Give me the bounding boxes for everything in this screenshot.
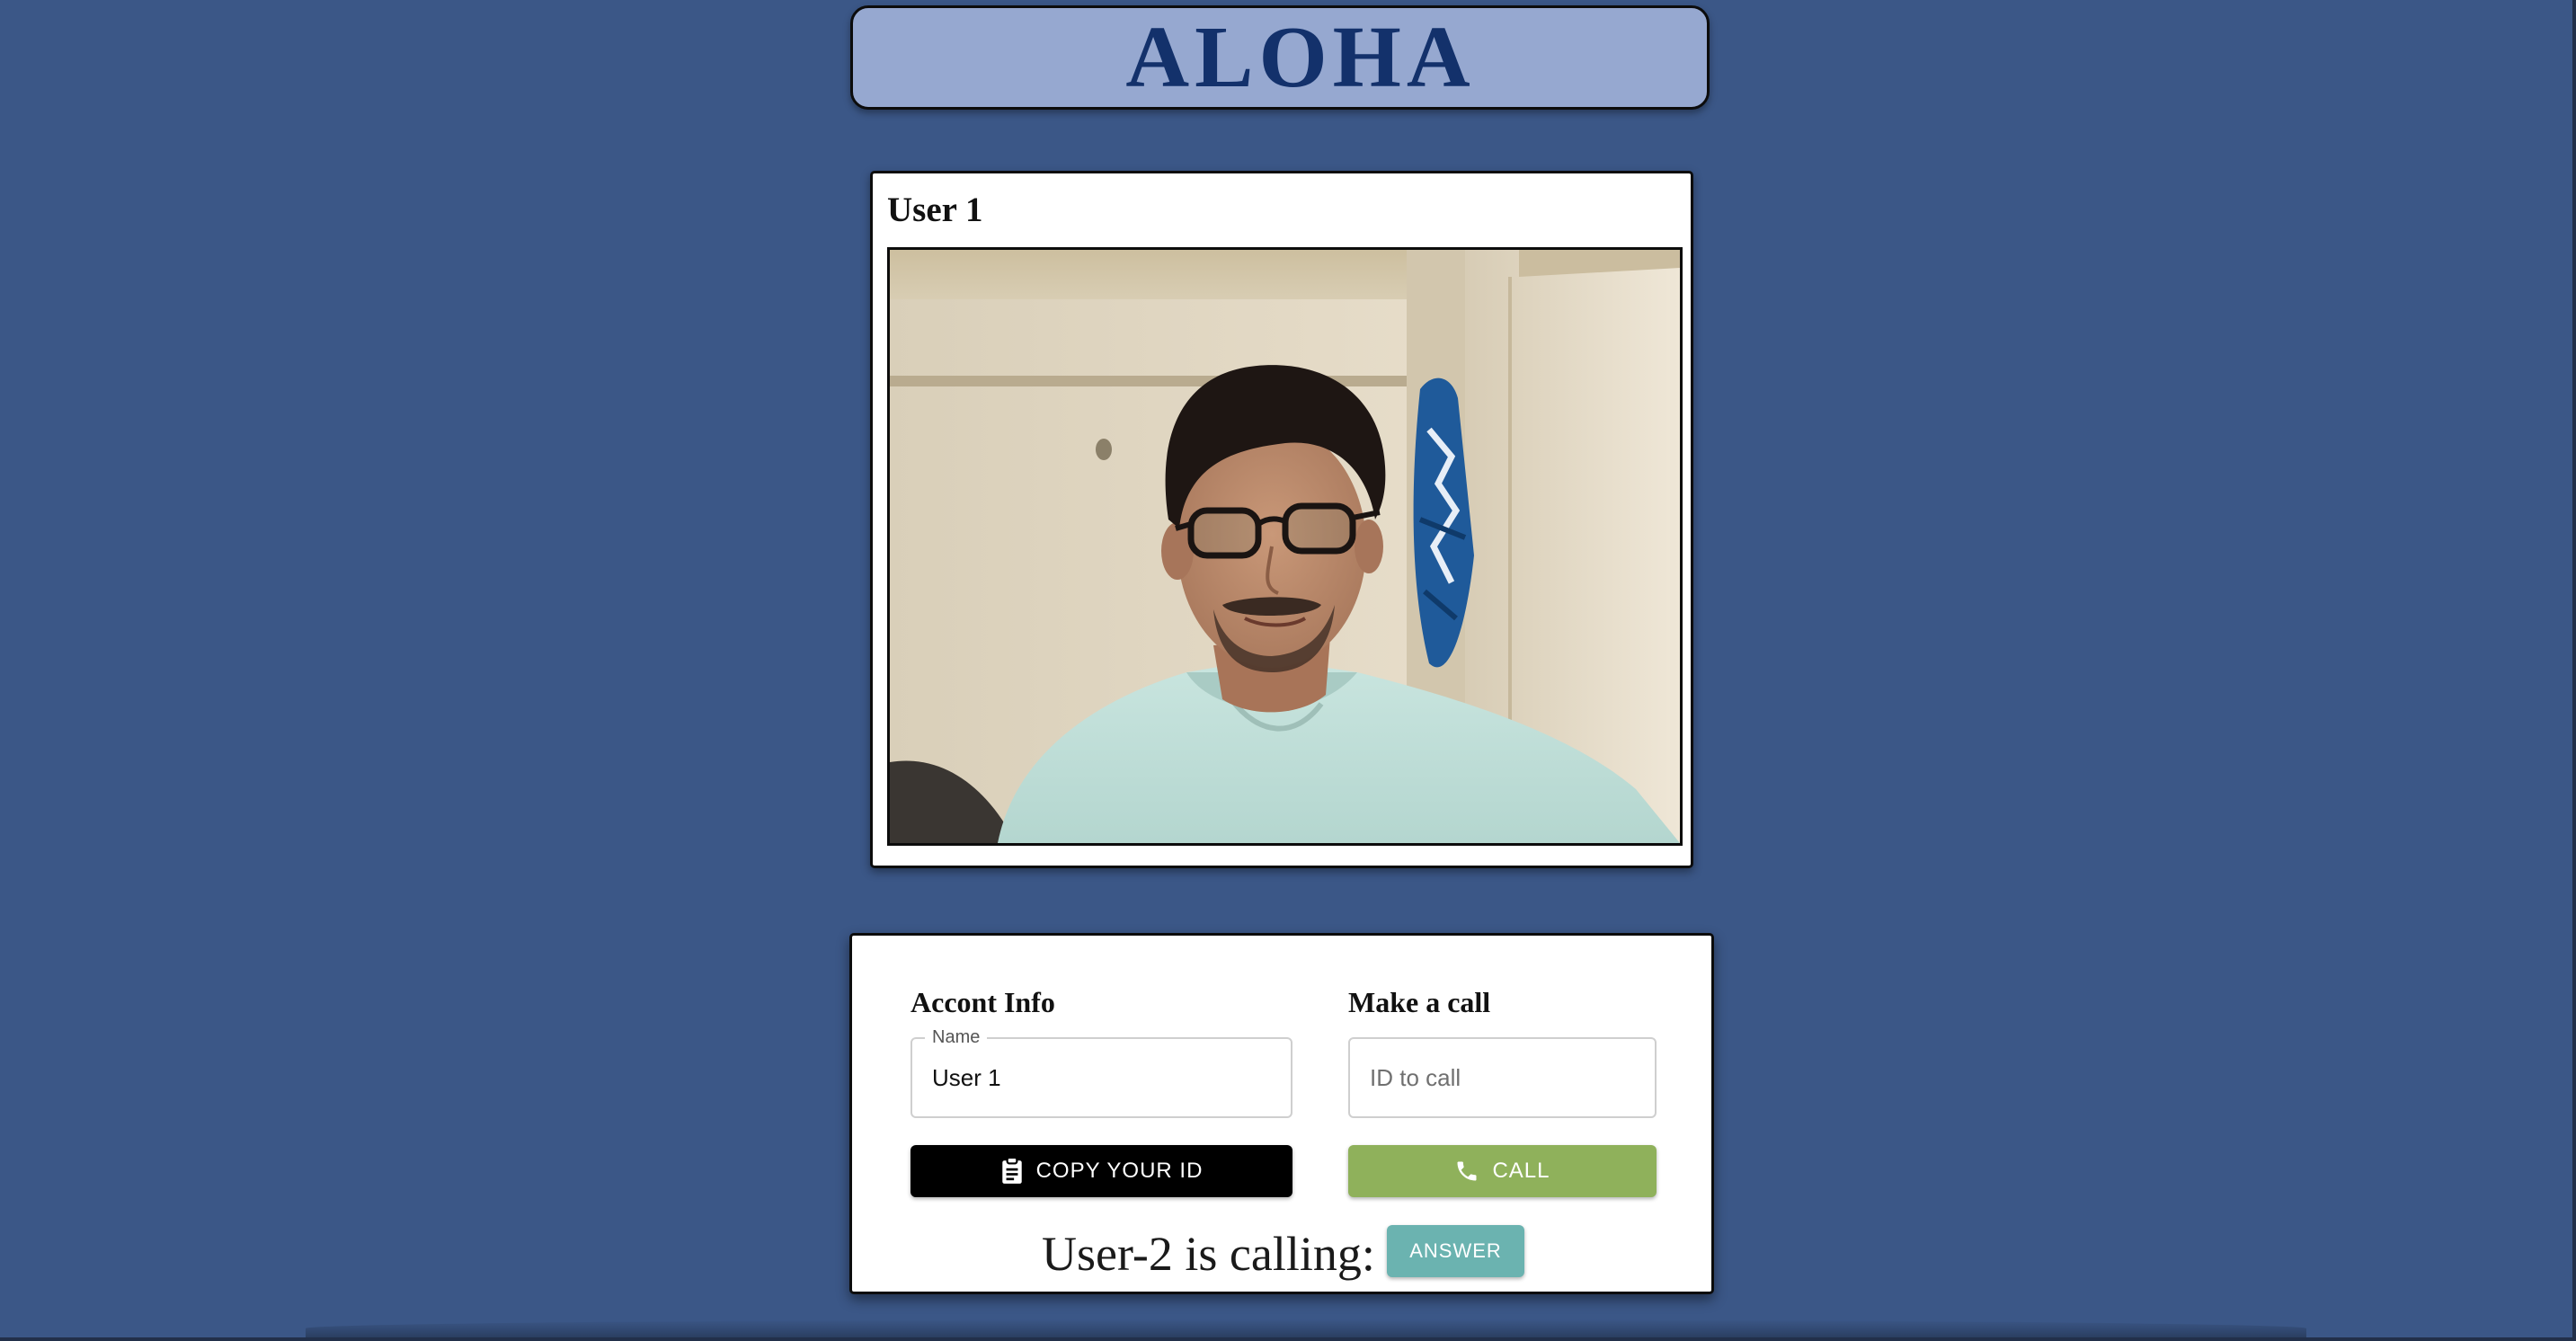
phone-icon bbox=[1454, 1159, 1479, 1184]
name-field[interactable]: Name bbox=[910, 1027, 1292, 1118]
video-user-label: User 1 bbox=[887, 191, 983, 229]
video-card: User 1 bbox=[870, 171, 1693, 868]
copy-id-label: COPY YOUR ID bbox=[1035, 1159, 1204, 1183]
page-bottom-shadow bbox=[306, 1319, 2306, 1337]
call-label: CALL bbox=[1492, 1159, 1550, 1183]
app-header: ALOHA bbox=[850, 5, 1710, 110]
local-video-feed bbox=[887, 247, 1683, 846]
copy-id-button[interactable]: COPY YOUR ID bbox=[910, 1145, 1292, 1197]
incoming-call-row: User-2 is calling: ANSWER bbox=[852, 1225, 1711, 1283]
account-info-title: Accont Info bbox=[910, 986, 1055, 1018]
clipboard-icon bbox=[1000, 1158, 1024, 1185]
answer-button[interactable]: ANSWER bbox=[1387, 1225, 1524, 1277]
video-frame-image bbox=[890, 250, 1680, 843]
id-to-call-input[interactable] bbox=[1350, 1039, 1655, 1116]
make-call-title: Make a call bbox=[1348, 986, 1491, 1018]
controls-card: Accont Info Make a call Name COPY YOUR I… bbox=[849, 933, 1714, 1294]
incoming-call-text: User-2 is calling: bbox=[1042, 1227, 1375, 1281]
name-input[interactable] bbox=[912, 1039, 1291, 1116]
window-bottom-edge bbox=[0, 1337, 2576, 1341]
app-title: ALOHA bbox=[1125, 9, 1476, 106]
id-to-call-field[interactable] bbox=[1348, 1037, 1657, 1118]
call-button[interactable]: CALL bbox=[1348, 1145, 1657, 1197]
window-right-edge bbox=[2572, 0, 2576, 1341]
